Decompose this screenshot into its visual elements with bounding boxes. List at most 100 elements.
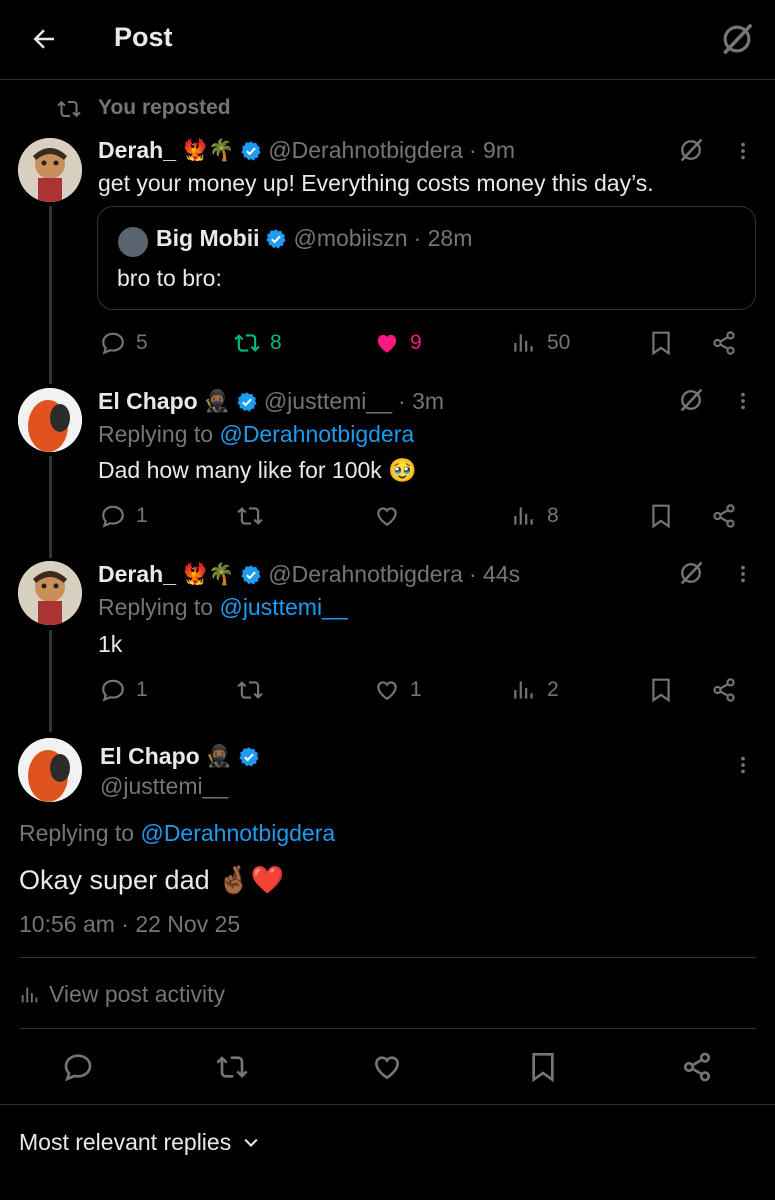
author-handle[interactable]: @justtemi__ xyxy=(100,773,228,800)
views-count: 2 xyxy=(547,678,559,701)
views-count: 50 xyxy=(547,331,571,354)
share-icon[interactable] xyxy=(711,503,737,529)
replying-to-handle[interactable]: @justtemi__ xyxy=(219,594,347,620)
author-handle[interactable]: @justtemi__ xyxy=(264,388,392,415)
reply-icon xyxy=(102,505,124,528)
views-count: 8 xyxy=(547,504,559,527)
replying-to: Replying to @Derahnotbigdera xyxy=(98,421,414,448)
like-button[interactable]: 9 xyxy=(374,330,422,356)
bookmark-icon[interactable] xyxy=(527,1051,559,1083)
post-timestamp[interactable]: 10:56 am · 22 Nov 25 xyxy=(19,911,240,938)
author-handle[interactable]: @Derahnotbigdera xyxy=(268,137,463,164)
quoted-post[interactable]: Big Mobii @mobiiszn · 28m bro to bro: xyxy=(97,206,756,310)
repost-icon xyxy=(57,100,81,118)
share-icon[interactable] xyxy=(711,677,737,703)
avatar xyxy=(118,227,148,257)
replying-to-handle[interactable]: @Derahnotbigdera xyxy=(219,421,414,447)
divider xyxy=(0,1104,775,1105)
author-handle[interactable]: @Derahnotbigdera xyxy=(268,561,463,588)
views-button[interactable]: 50 xyxy=(511,330,570,356)
quote-text: bro to bro: xyxy=(117,265,222,291)
view-post-activity[interactable]: View post activity xyxy=(19,981,225,1008)
avatar[interactable] xyxy=(18,738,82,802)
more-options-icon[interactable] xyxy=(732,390,754,412)
avatar[interactable] xyxy=(18,388,82,452)
views-button[interactable]: 8 xyxy=(511,503,559,529)
more-options-icon[interactable] xyxy=(732,140,754,162)
repost-button[interactable] xyxy=(237,677,263,703)
verified-badge-icon xyxy=(241,564,261,585)
post-text: get your money up! Everything costs mone… xyxy=(98,170,654,196)
share-icon[interactable] xyxy=(681,1051,713,1083)
divider xyxy=(19,957,756,958)
heart-icon[interactable] xyxy=(371,1051,403,1083)
bookmark-icon[interactable] xyxy=(648,503,674,529)
avatar[interactable] xyxy=(18,138,82,202)
heart-icon xyxy=(377,507,397,526)
views-button[interactable]: 2 xyxy=(511,677,559,703)
like-button[interactable] xyxy=(374,503,400,529)
verified-badge-icon xyxy=(239,746,259,767)
author-name[interactable]: Derah_ xyxy=(98,137,176,164)
share-icon[interactable] xyxy=(711,330,737,356)
author-name[interactable]: El Chapo xyxy=(100,743,200,770)
replying-to: Replying to @Derahnotbigdera xyxy=(19,820,335,847)
quote-author-name: Big Mobii xyxy=(156,225,260,251)
name-emojis: 🐦‍🔥🌴 xyxy=(181,138,235,162)
page-title: Post xyxy=(114,22,173,52)
reply-icon xyxy=(102,679,124,702)
verified-badge-icon xyxy=(241,140,261,161)
avatar[interactable] xyxy=(18,561,82,625)
repost-icon[interactable] xyxy=(216,1051,248,1083)
reply-button[interactable]: 1 xyxy=(100,677,148,703)
reply-button[interactable]: 1 xyxy=(100,503,148,529)
quote-header: Big Mobii @mobiiszn · 28m xyxy=(156,225,472,252)
post-time: · 9m xyxy=(468,137,515,163)
like-button[interactable]: 1 xyxy=(374,677,422,703)
bookmark-icon[interactable] xyxy=(648,330,674,356)
heart-icon xyxy=(377,681,397,700)
quote-time: · 28m xyxy=(413,225,473,251)
thread-line xyxy=(49,206,52,384)
views-icon xyxy=(514,334,533,352)
heart-filled-icon xyxy=(377,334,397,353)
grok-icon[interactable] xyxy=(718,20,756,58)
more-options-icon[interactable] xyxy=(732,754,754,776)
post-header: El Chapo 🥷🏾 @justtemi__ · 3m xyxy=(98,388,444,415)
chevron-down-icon xyxy=(244,1138,258,1147)
grok-icon[interactable] xyxy=(677,136,705,164)
post-text: Okay super dad 🤞🏾❤️ xyxy=(19,865,285,895)
bookmark-icon[interactable] xyxy=(648,677,674,703)
more-options-icon[interactable] xyxy=(732,563,754,585)
repost-banner-text: You reposted xyxy=(98,96,231,119)
analytics-icon xyxy=(21,987,38,1002)
verified-badge-icon xyxy=(266,228,287,249)
thread-line xyxy=(49,630,52,732)
grok-icon[interactable] xyxy=(677,386,705,414)
view-post-activity-label: View post activity xyxy=(49,981,225,1007)
repost-button[interactable]: 8 xyxy=(234,330,282,356)
replying-to-handle[interactable]: @Derahnotbigdera xyxy=(140,820,335,846)
author-name[interactable]: Derah_ xyxy=(98,561,176,588)
post-header: Derah_ 🐦‍🔥🌴 @Derahnotbigdera · 9m xyxy=(98,137,515,164)
back-arrow-icon[interactable] xyxy=(28,24,60,54)
repost-icon xyxy=(237,681,263,699)
reply-count: 1 xyxy=(136,504,148,527)
post-time: · 3m xyxy=(398,388,445,414)
post-header: Derah_ 🐦‍🔥🌴 @Derahnotbigdera · 44s xyxy=(98,561,520,588)
name-emojis: 🐦‍🔥🌴 xyxy=(181,562,235,586)
grok-icon[interactable] xyxy=(677,559,705,587)
name-emoji: 🥷🏾 xyxy=(205,744,232,768)
sort-dropdown[interactable]: Most relevant replies xyxy=(19,1129,261,1156)
sort-label: Most relevant replies xyxy=(19,1129,232,1155)
name-emoji: 🥷🏾 xyxy=(203,389,230,413)
author-name[interactable]: El Chapo xyxy=(98,388,198,415)
reply-icon[interactable] xyxy=(62,1051,94,1083)
views-icon xyxy=(514,681,533,699)
replying-to: Replying to @justtemi__ xyxy=(98,594,348,621)
post-text: 1k xyxy=(98,631,123,657)
repost-button[interactable] xyxy=(237,503,263,529)
like-count: 1 xyxy=(410,678,422,701)
reply-button[interactable]: 5 xyxy=(100,330,148,356)
reply-icon xyxy=(102,332,124,355)
